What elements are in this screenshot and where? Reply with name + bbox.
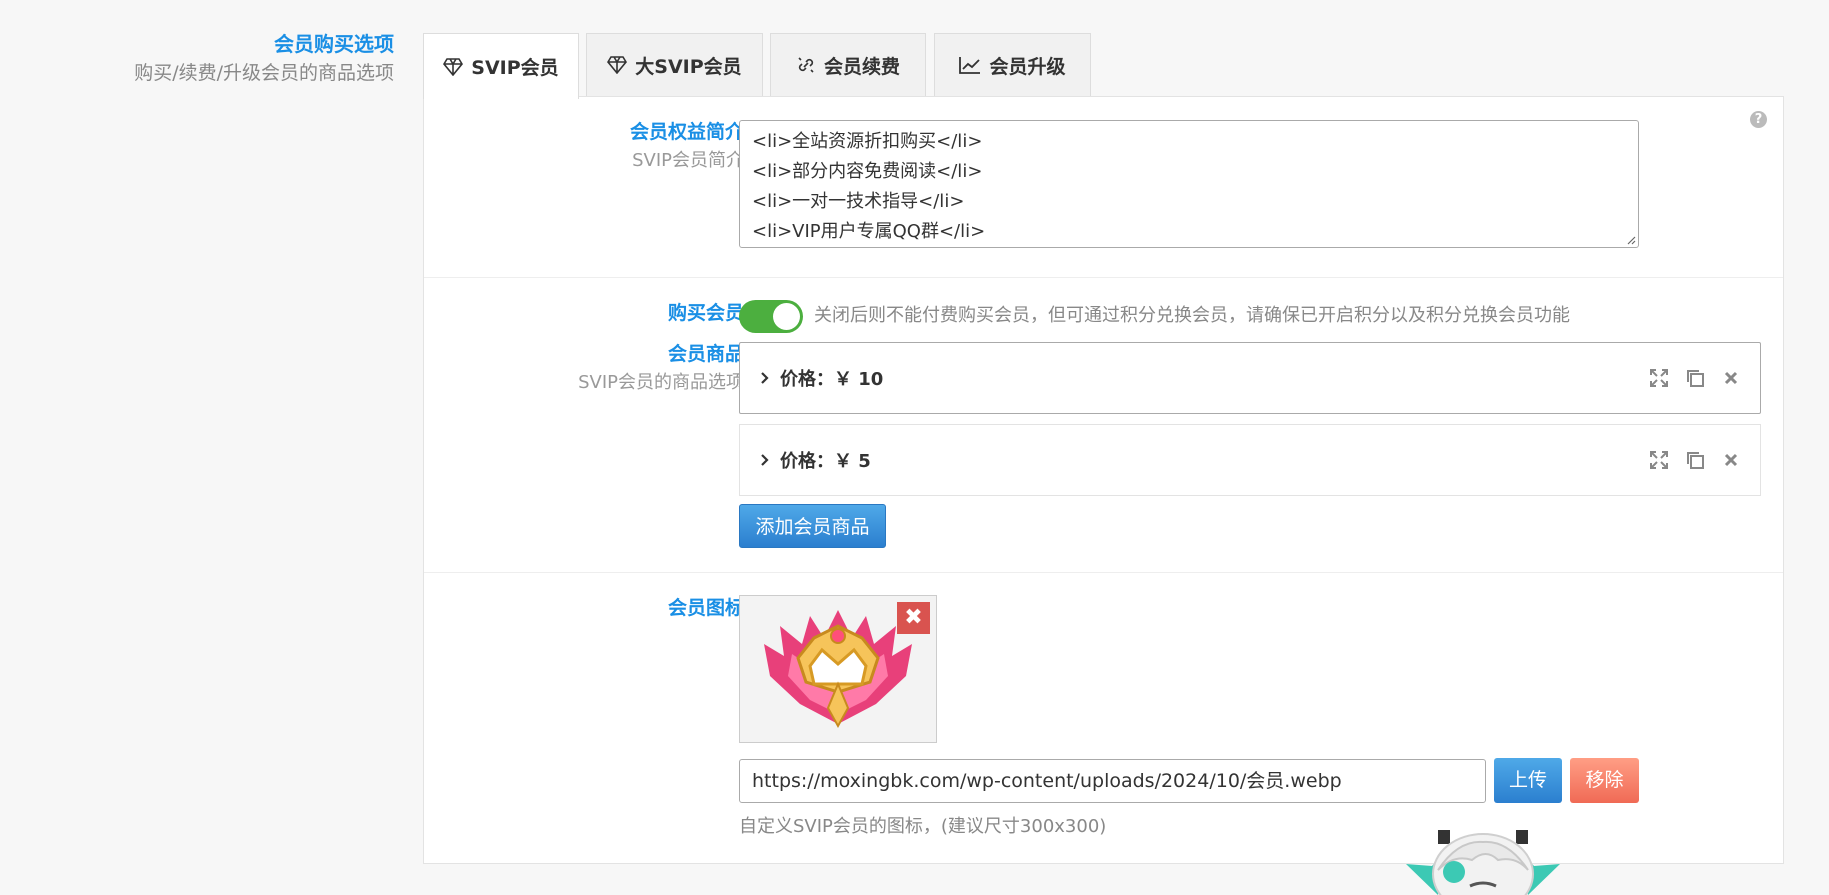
- remove-button[interactable]: 移除: [1570, 758, 1639, 803]
- product-title: 价格：￥ 10: [780, 369, 884, 390]
- tab-label: SVIP会员: [471, 57, 559, 79]
- link-icon: [798, 57, 814, 73]
- benefits-label-group: 会员权益简介 SVIP会员简介: [630, 118, 744, 176]
- purchase-toggle[interactable]: [739, 300, 803, 333]
- divider: [424, 572, 1783, 573]
- toggle-knob: [773, 303, 800, 330]
- purchase-label: 购买会员: [667, 302, 744, 324]
- icon-label-group: 会员图标: [668, 594, 744, 622]
- help-icon[interactable]: ?: [1750, 111, 1767, 128]
- products-label-group: 会员商品 SVIP会员的商品选项: [578, 340, 744, 398]
- product-title: 价格：￥ 5: [780, 451, 871, 472]
- diamond-icon: [607, 56, 628, 74]
- benefits-line: <li>VIP用户专属QQ群</li>: [752, 221, 986, 242]
- benefits-line: <li>一对一技术指导</li>: [752, 191, 965, 212]
- icon-url-input[interactable]: https://moxingbk.com/wp-content/uploads/…: [739, 759, 1486, 803]
- expand-icon[interactable]: [1648, 367, 1670, 389]
- purchase-label-group: 购买会员: [668, 299, 744, 327]
- remove-image-button[interactable]: ✖: [897, 602, 930, 634]
- tab-label: 会员续费: [823, 55, 900, 78]
- upload-button[interactable]: 上传: [1494, 758, 1562, 803]
- product-item[interactable]: 价格：￥ 10: [739, 342, 1761, 414]
- tab-label: 会员升级: [989, 55, 1066, 78]
- diamond-icon: [443, 57, 464, 76]
- purchase-description: 关闭后则不能付费购买会员，但可通过积分兑换会员，请确保已开启积分以及积分兑换会员…: [814, 305, 1570, 326]
- tab-label: 大SVIP会员: [635, 55, 742, 78]
- chart-line-icon: [959, 57, 981, 74]
- product-actions: [1648, 367, 1742, 389]
- resize-handle-icon[interactable]: [1626, 235, 1636, 245]
- mascot-image: [1406, 830, 1560, 895]
- close-icon[interactable]: [1720, 367, 1742, 389]
- tab-svip[interactable]: SVIP会员: [423, 33, 579, 99]
- icon-label: 会员图标: [667, 597, 744, 619]
- tab-renew[interactable]: 会员续费: [770, 33, 926, 96]
- section-header: 会员购买选项 购买/续费/升级会员的商品选项: [134, 30, 394, 88]
- tab-upgrade[interactable]: 会员升级: [934, 33, 1091, 96]
- divider: [424, 277, 1783, 278]
- add-product-button[interactable]: 添加会员商品: [739, 504, 886, 548]
- benefits-label: 会员权益简介: [629, 121, 744, 143]
- products-label: 会员商品: [667, 343, 744, 365]
- benefits-textarea[interactable]: <li>全站资源折扣购买</li> <li>部分内容免费阅读</li> <li>…: [739, 120, 1639, 248]
- expand-icon[interactable]: [1648, 449, 1670, 471]
- tab-big-svip[interactable]: 大SVIP会员: [586, 33, 763, 96]
- section-title: 会员购买选项: [274, 32, 394, 56]
- section-subtitle: 购买/续费/升级会员的商品选项: [134, 62, 394, 84]
- benefits-line: <li>部分内容免费阅读</li>: [752, 161, 983, 182]
- copy-icon[interactable]: [1684, 367, 1706, 389]
- products-sublabel: SVIP会员的商品选项: [578, 372, 744, 393]
- benefits-line: <li>全站资源折扣购买</li>: [752, 131, 983, 152]
- chevron-right-icon[interactable]: [760, 453, 770, 467]
- product-item[interactable]: 价格：￥ 5: [739, 424, 1761, 496]
- close-icon[interactable]: [1720, 449, 1742, 471]
- copy-icon[interactable]: [1684, 449, 1706, 471]
- product-actions: [1648, 449, 1742, 471]
- icon-hint: 自定义SVIP会员的图标，(建议尺寸300x300): [739, 816, 1107, 837]
- chevron-right-icon[interactable]: [760, 371, 770, 385]
- benefits-sublabel: SVIP会员简介: [632, 150, 744, 171]
